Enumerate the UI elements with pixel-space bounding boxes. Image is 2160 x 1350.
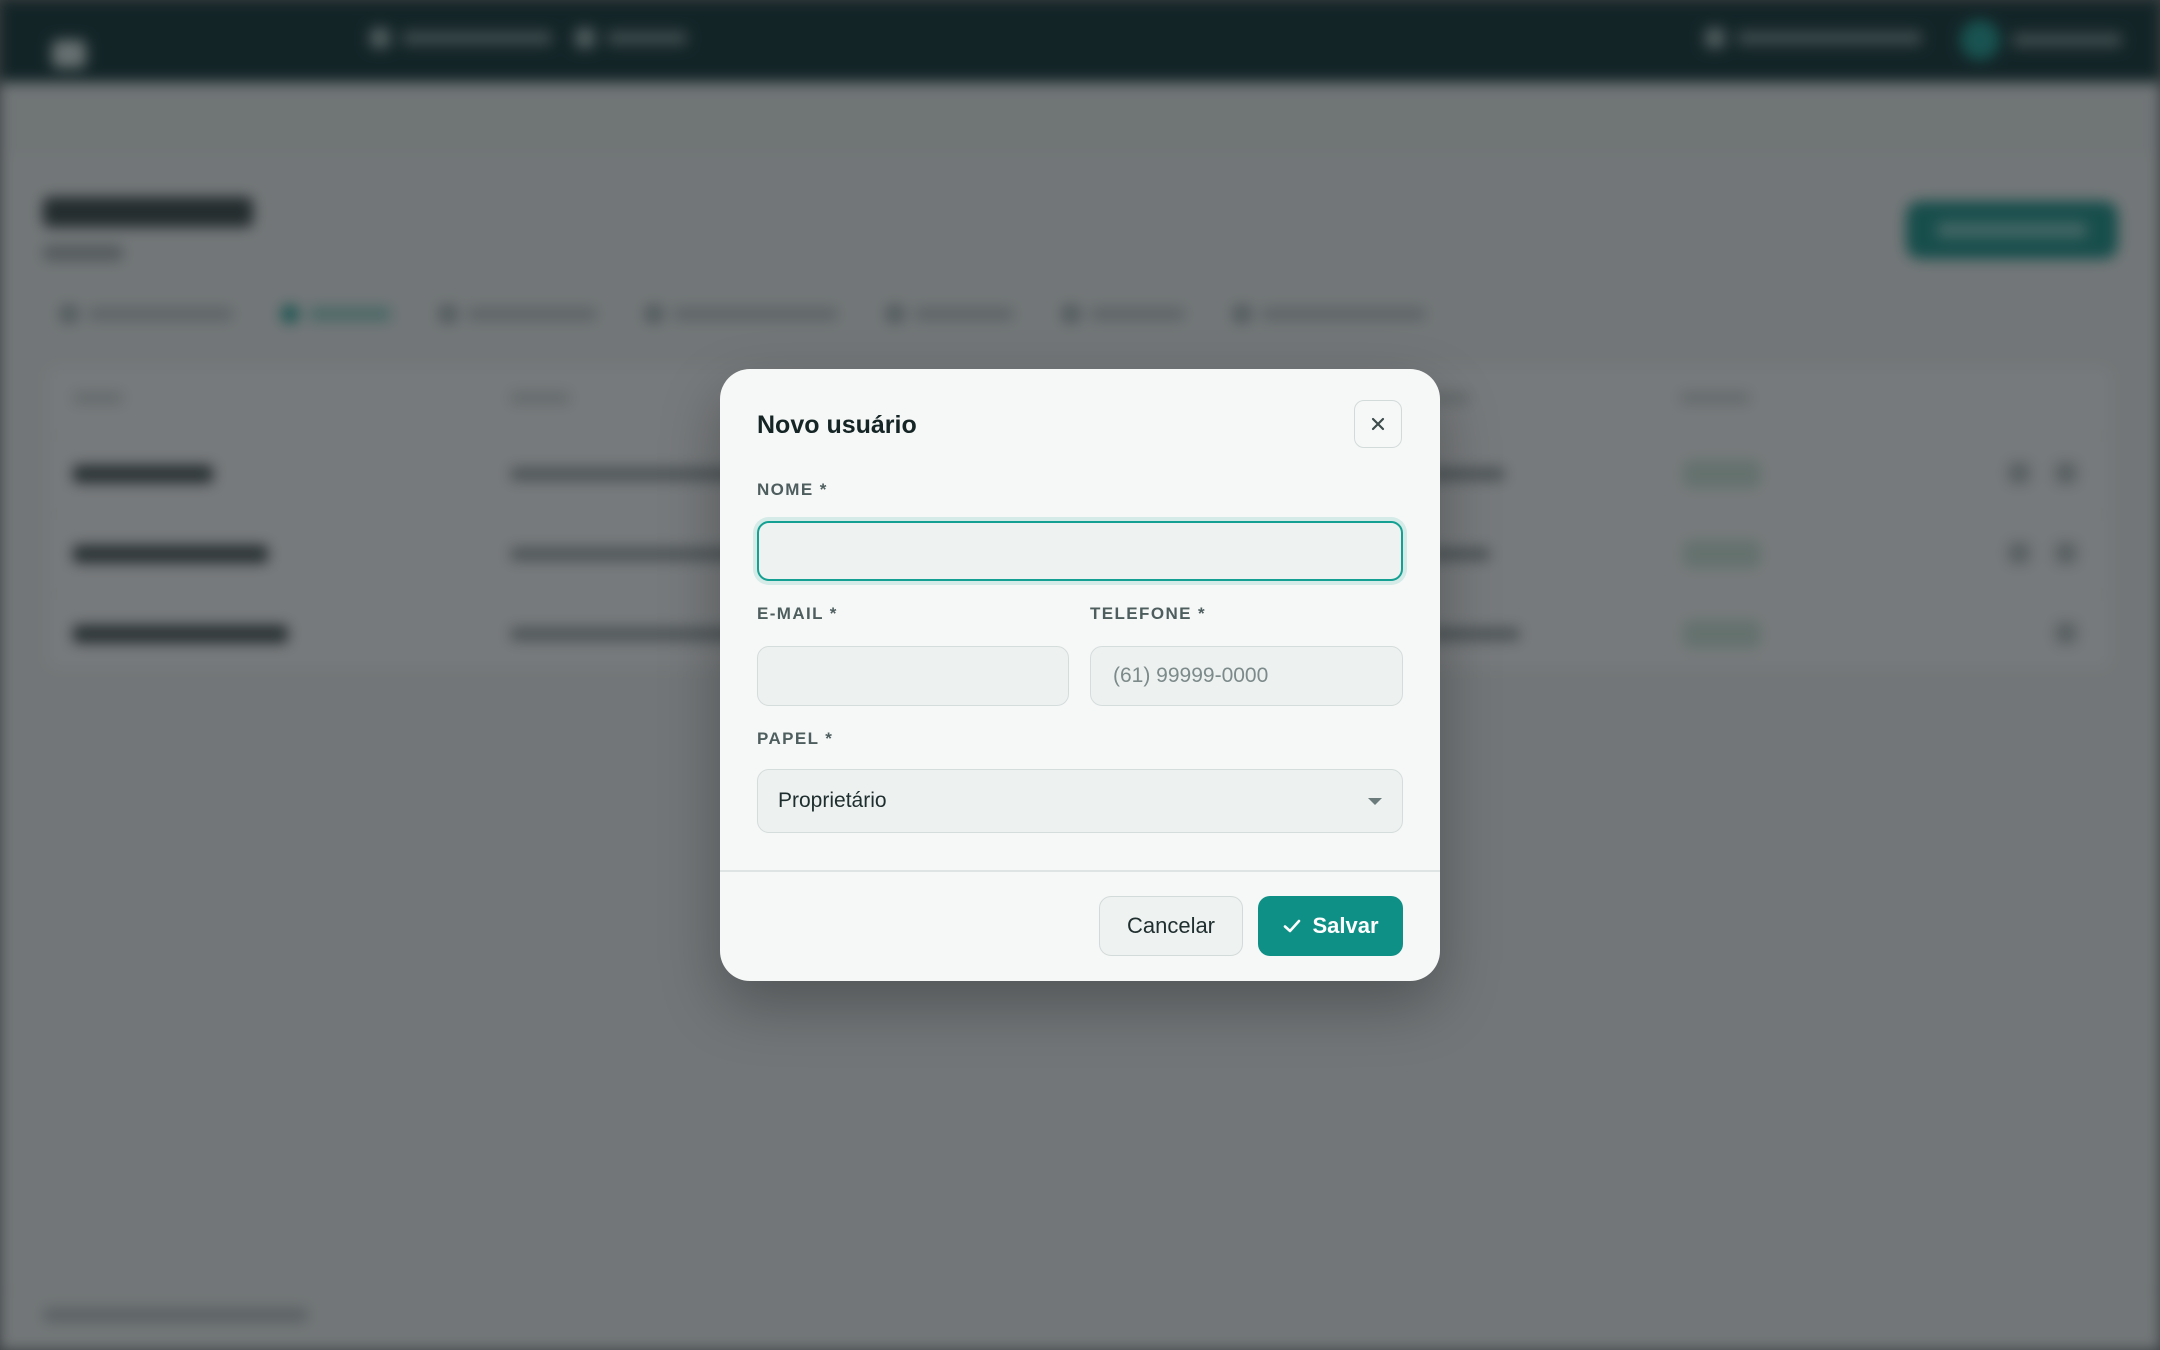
phone-label: TELEFONE * xyxy=(1090,604,1207,623)
email-input[interactable] xyxy=(757,646,1069,706)
close-icon xyxy=(1371,417,1385,431)
role-select[interactable]: Proprietário xyxy=(757,769,1403,833)
save-button-label: Salvar xyxy=(1312,913,1379,938)
close-button[interactable] xyxy=(1354,400,1402,448)
phone-input[interactable] xyxy=(1090,646,1403,706)
cancel-button[interactable]: Cancelar xyxy=(1099,896,1243,956)
role-label: PAPEL * xyxy=(757,729,834,748)
cancel-button-label: Cancelar xyxy=(1126,913,1216,938)
name-input[interactable] xyxy=(757,521,1403,581)
email-label: E-MAIL * xyxy=(757,604,838,623)
check-icon xyxy=(1284,919,1301,933)
role-select-value: Proprietário xyxy=(778,789,887,812)
chevron-down-icon xyxy=(1368,797,1382,805)
dialog-divider xyxy=(720,870,1440,872)
name-label: NOME * xyxy=(757,480,828,499)
save-button[interactable]: Salvar xyxy=(1258,896,1403,956)
dialog-title: Novo usuário xyxy=(757,411,917,439)
new-user-dialog: Novo usuário NOME * E-MAIL * TELEFONE * … xyxy=(720,369,1440,981)
